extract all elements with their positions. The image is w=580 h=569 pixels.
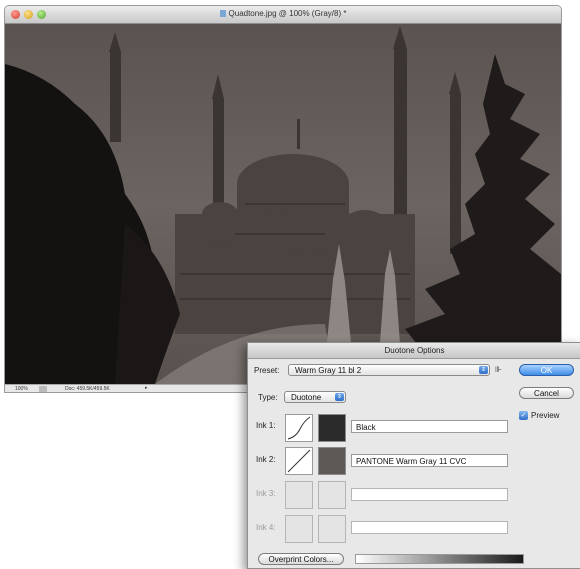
ink-1-color-swatch[interactable] xyxy=(318,414,346,442)
ink-4-color-swatch[interactable] xyxy=(318,515,346,543)
ink-1-curve-button[interactable] xyxy=(285,414,313,442)
preset-select[interactable]: Warm Gray 11 bl 2 ⇕ xyxy=(288,364,490,376)
ink-1-label: Ink 1: xyxy=(256,421,276,430)
ink-2-label: Ink 2: xyxy=(256,455,276,464)
curve-icon xyxy=(287,416,311,440)
overprint-colors-button[interactable]: Overprint Colors... xyxy=(258,553,344,565)
ink-4-name-field[interactable] xyxy=(351,521,508,534)
dialog-title: Duotone Options xyxy=(248,343,580,359)
image-canvas[interactable] xyxy=(5,24,561,384)
ink-2-curve-button[interactable] xyxy=(285,447,313,475)
select-arrows-icon: ⇕ xyxy=(479,366,488,374)
ink-1-name-field[interactable]: Black xyxy=(351,420,508,433)
preset-options-icon[interactable]: ⊪ xyxy=(495,365,502,374)
type-value: Duotone xyxy=(291,393,322,402)
type-label: Type: xyxy=(258,393,278,402)
file-icon xyxy=(219,10,226,17)
status-menu-icon[interactable] xyxy=(39,386,47,392)
document-titlebar[interactable]: Quadtone.jpg @ 100% (Gray/8) * xyxy=(5,6,561,24)
curve-icon xyxy=(287,449,311,473)
duotone-options-dialog: Duotone Options Preset: Warm Gray 11 bl … xyxy=(247,342,580,569)
cancel-button[interactable]: Cancel xyxy=(519,387,574,399)
preset-value: Warm Gray 11 bl 2 xyxy=(295,366,362,375)
ink-3-curve-button[interactable] xyxy=(285,481,313,509)
ink-3-label: Ink 3: xyxy=(256,489,276,498)
zoom-readout[interactable]: 100% xyxy=(15,386,28,392)
ink-2-color-swatch[interactable] xyxy=(318,447,346,475)
ink-3-name-field[interactable] xyxy=(351,488,508,501)
document-title: Quadtone.jpg @ 100% (Gray/8) * xyxy=(228,9,347,18)
select-arrows-icon: ⇕ xyxy=(335,393,344,401)
type-select[interactable]: Duotone ⇕ xyxy=(284,391,346,403)
ink-2-name-field[interactable]: PANTONE Warm Gray 11 CVC xyxy=(351,454,508,467)
ink-4-curve-button[interactable] xyxy=(285,515,313,543)
document-window: Quadtone.jpg @ 100% (Gray/8) * 100% Doc:… xyxy=(5,6,561,392)
document-title-wrap: Quadtone.jpg @ 100% (Gray/8) * xyxy=(5,9,561,18)
ink-3-color-swatch[interactable] xyxy=(318,481,346,509)
ok-button[interactable]: OK xyxy=(519,364,574,376)
preview-label: Preview xyxy=(531,411,560,420)
gradient-ramp xyxy=(355,554,524,564)
preset-label: Preset: xyxy=(254,366,280,375)
doc-size-readout: Doc: 459.5K/459.5K xyxy=(65,386,110,392)
mosque-photo xyxy=(5,24,561,384)
ink-4-label: Ink 4: xyxy=(256,523,276,532)
preview-checkbox[interactable]: ✓ xyxy=(519,411,528,420)
status-arrow-icon[interactable]: ▸ xyxy=(145,385,148,391)
